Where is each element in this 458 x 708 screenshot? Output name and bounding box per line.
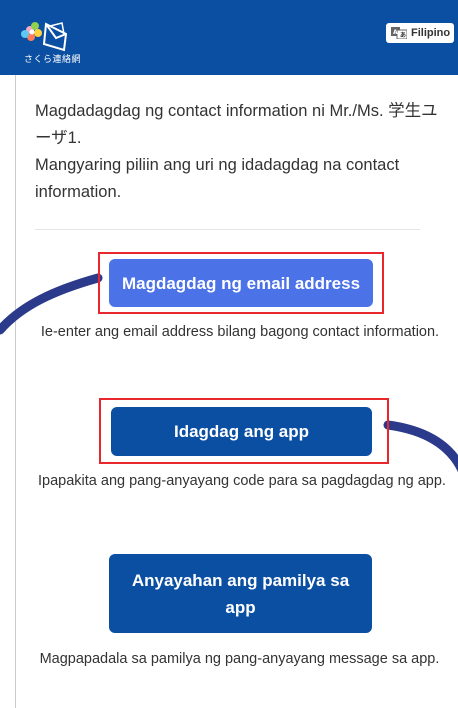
app-header: さくら連絡網 A あ Filipino bbox=[0, 0, 458, 75]
translate-icon: A あ bbox=[391, 27, 407, 39]
logo-text: さくら連絡網 bbox=[24, 55, 82, 65]
svg-text:A: A bbox=[393, 29, 398, 36]
add-email-address-button[interactable]: Magdagdag ng email address bbox=[109, 259, 373, 307]
svg-text:あ: あ bbox=[400, 31, 406, 39]
content-left-border bbox=[15, 75, 16, 708]
add-app-button[interactable]: Idagdag ang app bbox=[111, 407, 372, 456]
invite-family-description: Magpapadala sa pamilya ng pang-anyayang … bbox=[39, 651, 440, 667]
divider bbox=[35, 229, 420, 230]
intro-line-2: Mangyaring piliin ang uri ng idadagdag n… bbox=[35, 156, 400, 201]
add-email-description: Ie-enter ang email address bilang bagong… bbox=[40, 324, 440, 340]
language-button[interactable]: A あ Filipino bbox=[386, 23, 454, 43]
invite-family-button[interactable]: Anyayahan ang pamilya sa app bbox=[109, 554, 372, 633]
intro-text: Magdadagdag ng contact information ni Mr… bbox=[35, 98, 440, 206]
language-label: Filipino bbox=[411, 27, 451, 39]
intro-line-1: Magdadagdag ng contact information ni Mr… bbox=[35, 102, 438, 147]
add-app-description: Ipapakita ang pang-anyayang code para sa… bbox=[38, 473, 446, 489]
